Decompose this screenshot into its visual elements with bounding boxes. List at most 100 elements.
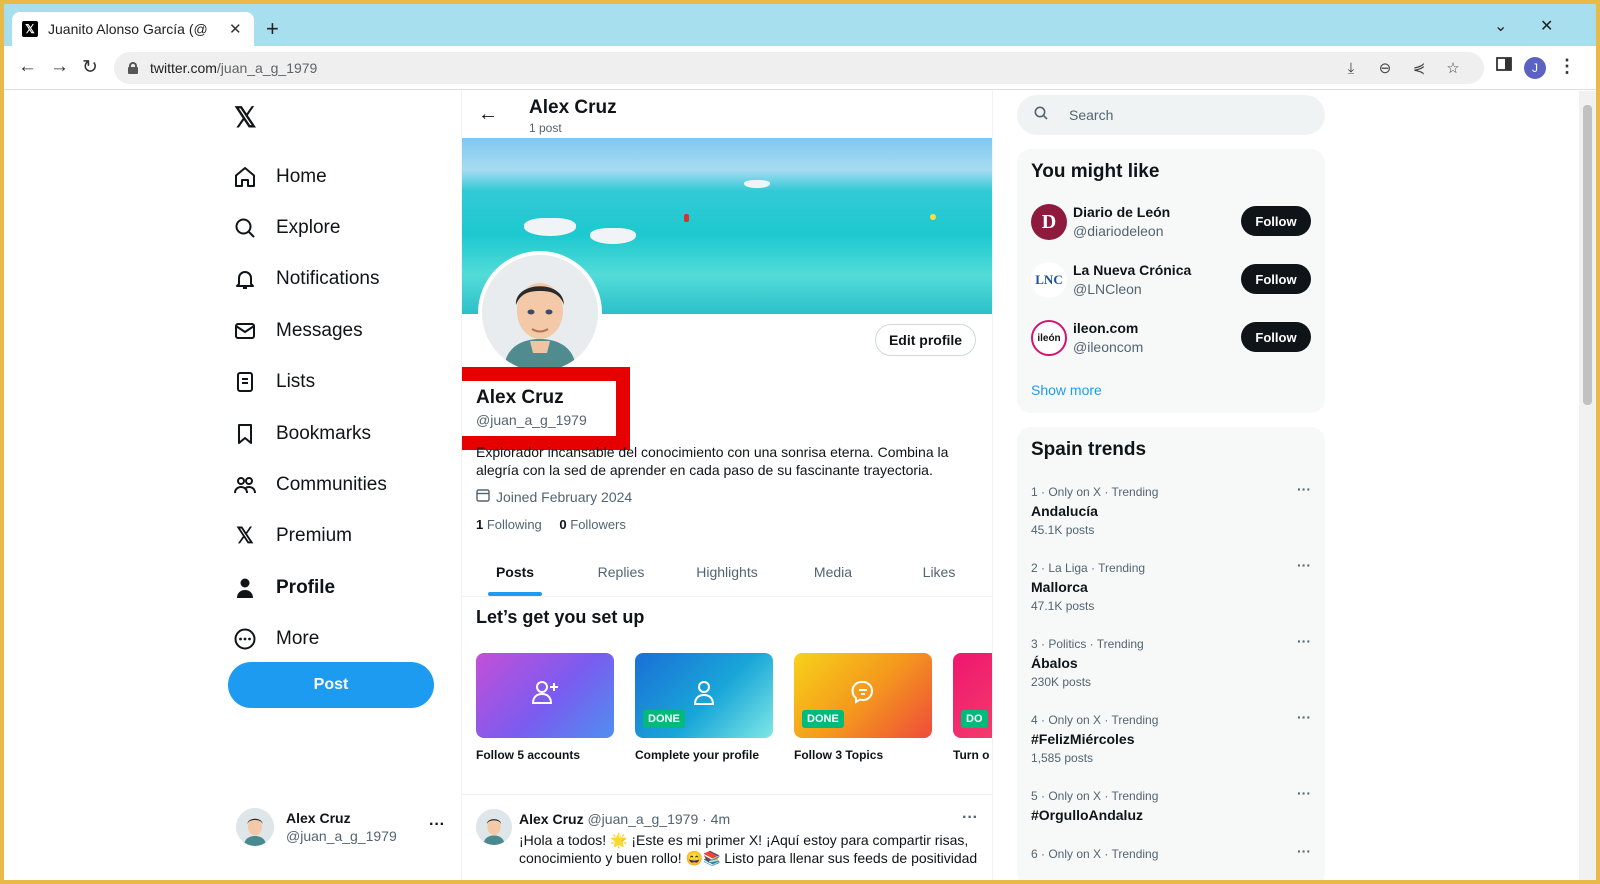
nav-premium[interactable]: 𝕏 Premium <box>232 511 387 562</box>
nav-label: Profile <box>276 576 336 598</box>
suggestion-row[interactable]: LNC La Nueva Crónica @LNCleon Follow <box>1031 262 1311 302</box>
back-icon[interactable]: ← <box>18 56 37 78</box>
suggestion-row[interactable]: D Diario de León @diariodeleon Follow <box>1031 204 1311 244</box>
chrome-menu-icon[interactable]: ⋮ <box>1558 56 1576 77</box>
nav-more[interactable]: More <box>232 614 387 665</box>
bookmark-star-icon[interactable]: ☆ <box>1444 59 1462 77</box>
profile-avatar[interactable] <box>478 251 602 375</box>
joined-date: Joined February 2024 <box>476 488 632 505</box>
trend-item[interactable]: 6 · Only on X · Trending ··· <box>1031 843 1311 861</box>
tab-media[interactable]: Media <box>780 547 886 596</box>
tab-posts[interactable]: Posts <box>462 547 568 596</box>
search-input[interactable]: Search <box>1017 95 1325 135</box>
more-dots-icon[interactable]: ··· <box>1297 785 1311 801</box>
trend-item[interactable]: 2 · La Liga · Trending Mallorca 47.1K po… <box>1031 557 1311 613</box>
setup-card-topics[interactable]: DONE Follow 3 Topics <box>794 653 932 762</box>
show-more-link[interactable]: Show more <box>1031 382 1102 398</box>
more-dots-icon[interactable]: ··· <box>1297 709 1311 725</box>
ileon-logo-icon: ileón <box>1031 320 1067 356</box>
scrollbar-thumb[interactable] <box>1583 105 1592 405</box>
page-scrollbar[interactable] <box>1579 91 1596 880</box>
profile-column: ← Alex Cruz 1 post Edit profile Alex Cru… <box>461 91 993 880</box>
twitter-page: 𝕏 Home Explore Notifications Messages Li… <box>4 91 1579 880</box>
tweet-author[interactable]: Alex Cruz <box>519 811 584 827</box>
tab-replies[interactable]: Replies <box>568 547 674 596</box>
more-dots-icon[interactable]: ··· <box>1297 557 1311 573</box>
follow-button[interactable]: Follow <box>1241 264 1311 294</box>
tab-list-icon[interactable]: ⌄ <box>1494 16 1507 36</box>
search-placeholder: Search <box>1069 107 1114 123</box>
trend-item[interactable]: 4 · Only on X · Trending #FelizMiércoles… <box>1031 709 1311 765</box>
tab-title: Juanito Alonso García (@ <box>48 21 208 37</box>
nav-communities[interactable]: Communities <box>232 459 387 510</box>
follow-button[interactable]: Follow <box>1241 322 1311 352</box>
nav-notifications[interactable]: Notifications <box>232 254 387 305</box>
setup-card-profile[interactable]: DONE Complete your profile <box>635 653 773 762</box>
nav-messages[interactable]: Messages <box>232 305 387 356</box>
install-icon[interactable]: ⤓ <box>1342 59 1360 77</box>
nav-label: Explore <box>276 217 341 239</box>
trend-item[interactable]: 5 · Only on X · Trending #OrgulloAndaluz… <box>1031 785 1311 823</box>
share-icon[interactable]: ⋞ <box>1410 59 1428 77</box>
follow-button[interactable]: Follow <box>1241 206 1311 236</box>
more-circle-icon <box>232 626 258 652</box>
browser-tab[interactable]: 𝕏 Juanito Alonso García (@ ✕ <box>12 12 254 46</box>
nav-profile[interactable]: Profile <box>232 562 387 613</box>
suggestion-handle: @diariodeleon <box>1073 223 1164 239</box>
following-link[interactable]: 1 Following <box>476 517 542 532</box>
suggestion-row[interactable]: ileón ileon.com @ileoncom Follow <box>1031 320 1311 360</box>
nav-label: Home <box>276 165 327 187</box>
account-switcher[interactable]: Alex Cruz @juan_a_g_1979 ··· <box>236 804 451 850</box>
x-favicon-icon: 𝕏 <box>22 21 38 37</box>
done-badge: DONE <box>643 710 685 728</box>
more-dots-icon[interactable]: ··· <box>962 809 978 827</box>
nav-explore[interactable]: Explore <box>232 202 387 253</box>
followers-link[interactable]: 0 Followers <box>559 517 625 532</box>
setup-card-notifications[interactable]: DO Turn o <box>953 653 992 762</box>
profile-avatar[interactable]: J <box>1524 57 1546 79</box>
communities-icon <box>232 472 258 498</box>
profile-bio: Explorador incansable del conocimiento c… <box>476 444 949 478</box>
boat-shape <box>524 218 576 236</box>
buoy-shape <box>930 214 936 220</box>
nav-home[interactable]: Home <box>232 151 387 202</box>
nav-lists[interactable]: Lists <box>232 357 387 408</box>
edit-profile-button[interactable]: Edit profile <box>875 324 976 356</box>
side-panel-icon[interactable] <box>1496 56 1512 72</box>
panel-title: You might like <box>1031 161 1160 182</box>
tab-likes[interactable]: Likes <box>886 547 992 596</box>
more-dots-icon: ··· <box>429 816 445 833</box>
profile-tabs: Posts Replies Highlights Media Likes <box>462 547 992 597</box>
more-dots-icon[interactable]: ··· <box>1297 843 1311 859</box>
avatar[interactable] <box>476 809 512 845</box>
x-logo-icon[interactable]: 𝕏 <box>234 101 257 134</box>
bookmark-icon <box>232 421 258 447</box>
suggestion-name: Diario de León <box>1073 204 1171 220</box>
close-window-icon[interactable]: ✕ <box>1540 16 1553 36</box>
search-icon <box>1033 105 1049 126</box>
nav-bookmarks[interactable]: Bookmarks <box>232 408 387 459</box>
diario-logo-icon: D <box>1031 204 1067 240</box>
tweet-time: · 4m <box>702 811 731 827</box>
setup-card-label: Follow 3 Topics <box>794 748 884 762</box>
account-name: Alex Cruz <box>286 810 351 826</box>
close-tab-icon[interactable]: ✕ <box>229 20 242 38</box>
trend-item[interactable]: 1 · Only on X · Trending Andalucía 45.1K… <box>1031 481 1311 537</box>
account-handle: @juan_a_g_1979 <box>286 828 397 844</box>
trend-item[interactable]: 3 · Politics · Trending Ábalos 230K post… <box>1031 633 1311 689</box>
setup-card-label: Turn o <box>953 748 990 762</box>
reload-icon[interactable]: ↻ <box>82 56 98 79</box>
post-button[interactable]: Post <box>228 662 434 708</box>
more-dots-icon[interactable]: ··· <box>1297 481 1311 497</box>
address-bar[interactable]: twitter.com/juan_a_g_1979 ⤓ ⊖ ⋞ ☆ <box>114 52 1484 84</box>
tab-highlights[interactable]: Highlights <box>674 547 780 596</box>
panel-title: Spain trends <box>1031 439 1147 460</box>
setup-card-follow[interactable]: Follow 5 accounts <box>476 653 614 762</box>
forward-icon[interactable]: → <box>50 56 69 78</box>
more-dots-icon[interactable]: ··· <box>1297 633 1311 649</box>
new-tab-icon[interactable]: + <box>266 16 279 42</box>
back-arrow-icon[interactable]: ← <box>478 103 498 126</box>
zoom-icon[interactable]: ⊖ <box>1376 59 1394 77</box>
list-icon <box>232 369 258 395</box>
profile-handle: @juan_a_g_1979 <box>476 412 587 428</box>
